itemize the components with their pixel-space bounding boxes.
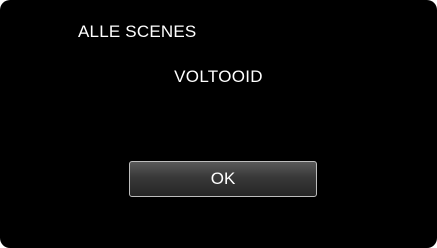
dialog-title: ALLE SCENES <box>78 22 197 41</box>
ok-button-label: OK <box>210 169 236 188</box>
ok-button[interactable]: OK <box>129 161 317 197</box>
status-message: VOLTOOID <box>174 67 263 86</box>
camera-dialog-screen: ALLE SCENES VOLTOOID OK <box>0 0 437 248</box>
